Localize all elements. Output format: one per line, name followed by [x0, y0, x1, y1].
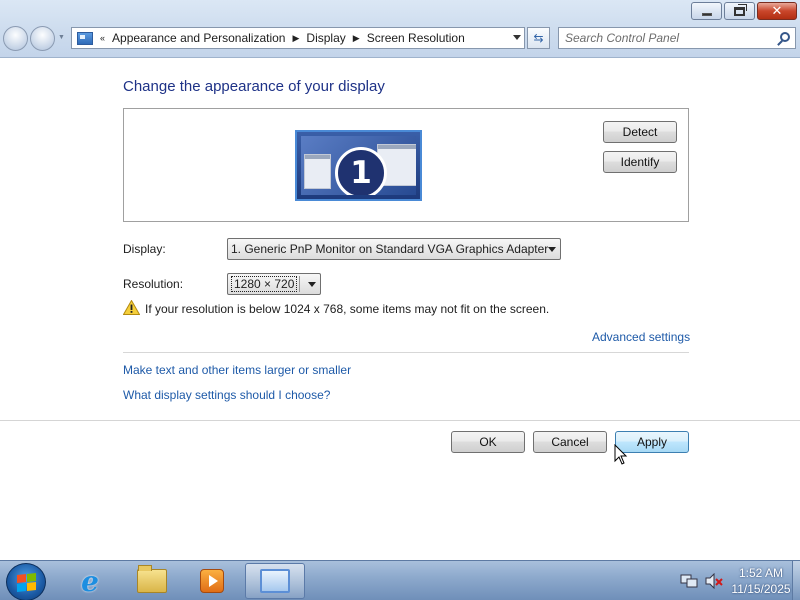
chevron-down-icon — [308, 282, 316, 287]
windows-explorer-icon — [137, 565, 167, 593]
advanced-settings-link[interactable]: Advanced settings — [592, 330, 690, 344]
search-box[interactable] — [558, 27, 796, 49]
mouse-cursor-icon — [614, 444, 628, 465]
page-title: Change the appearance of your display — [123, 78, 385, 95]
clock-time: 1:52 AM — [738, 566, 784, 580]
footer-divider — [0, 420, 800, 421]
taskbar-control-panel[interactable] — [245, 563, 305, 599]
restore-button[interactable] — [724, 2, 755, 20]
system-tray: 1:52 AM 11/15/2025 — [680, 565, 792, 597]
search-input[interactable] — [559, 28, 769, 48]
clock[interactable]: 1:52 AM 11/15/2025 — [730, 565, 792, 597]
volume-muted-icon[interactable] — [705, 573, 723, 589]
refresh-icon: ⇆ — [533, 31, 544, 45]
recent-pages-dropdown-icon[interactable]: ▼ — [58, 34, 65, 41]
mini-window — [304, 154, 331, 189]
make-text-larger-link[interactable]: Make text and other items larger or smal… — [123, 363, 351, 377]
monitor-1-thumbnail[interactable]: 1 — [295, 130, 422, 201]
restore-icon — [734, 3, 747, 16]
window-controls: ✕ — [691, 2, 797, 20]
minimize-icon — [701, 12, 712, 16]
close-button[interactable]: ✕ — [757, 2, 797, 20]
back-button[interactable] — [3, 26, 28, 51]
display-select[interactable]: 1. Generic PnP Monitor on Standard VGA G… — [227, 238, 561, 260]
window-chrome: ✕ ▼ « Appearance and Personalization ▶ D… — [0, 0, 800, 58]
breadcrumb-item[interactable]: Appearance and Personalization — [112, 31, 285, 45]
resolution-select-value: 1280 × 720 — [231, 276, 298, 292]
taskbar-windows-explorer[interactable] — [124, 563, 180, 599]
resolution-select[interactable]: 1280 × 720 — [227, 273, 321, 295]
detect-button[interactable]: Detect — [603, 121, 677, 143]
forward-button[interactable] — [30, 26, 55, 51]
windows-media-player-icon — [200, 569, 224, 593]
breadcrumb-item[interactable]: Display — [306, 31, 345, 45]
display-label: Display: — [123, 242, 166, 256]
address-dropdown-icon[interactable] — [513, 35, 521, 40]
display-select-value: 1. Generic PnP Monitor on Standard VGA G… — [231, 242, 549, 256]
internet-explorer-icon: e — [81, 564, 99, 598]
show-desktop-button[interactable] — [792, 561, 800, 600]
select-divider — [299, 276, 300, 292]
clock-date: 11/15/2025 — [731, 582, 791, 596]
taskbar-media-player[interactable] — [184, 563, 240, 599]
network-icon[interactable] — [680, 573, 698, 589]
search-icon[interactable] — [780, 32, 790, 42]
monitor-number-badge: 1 — [335, 147, 387, 195]
minimize-button[interactable] — [691, 2, 722, 20]
cancel-button[interactable]: Cancel — [533, 431, 607, 453]
divider — [123, 352, 689, 353]
identify-button[interactable]: Identify — [603, 151, 677, 173]
ok-button[interactable]: OK — [451, 431, 525, 453]
display-settings-help-link[interactable]: What display settings should I choose? — [123, 388, 330, 402]
taskbar: e 1:52 AM 11/15/2025 — [0, 560, 800, 600]
breadcrumb-item[interactable]: Screen Resolution — [367, 31, 465, 45]
monitor-screen: 1 — [301, 136, 416, 195]
windows-logo-icon — [17, 573, 36, 592]
breadcrumb-overflow-icon[interactable]: « — [100, 33, 105, 43]
breadcrumb-arrow-icon[interactable]: ▶ — [353, 33, 360, 44]
taskbar-internet-explorer[interactable]: e — [62, 563, 118, 599]
resolution-label: Resolution: — [123, 277, 184, 291]
resolution-warning-text: If your resolution is below 1024 x 768, … — [145, 302, 550, 316]
control-panel-icon — [77, 31, 93, 45]
monitor-preview-panel: 1 Detect Identify — [123, 108, 689, 222]
control-panel-icon — [260, 569, 290, 593]
start-button[interactable] — [6, 563, 46, 600]
close-icon: ✕ — [771, 3, 783, 19]
refresh-button[interactable]: ⇆ — [527, 27, 550, 49]
warning-icon — [123, 300, 140, 315]
address-bar[interactable]: « Appearance and Personalization ▶ Displ… — [71, 27, 525, 49]
breadcrumb-arrow-icon[interactable]: ▶ — [292, 33, 299, 44]
chevron-down-icon — [548, 247, 556, 252]
